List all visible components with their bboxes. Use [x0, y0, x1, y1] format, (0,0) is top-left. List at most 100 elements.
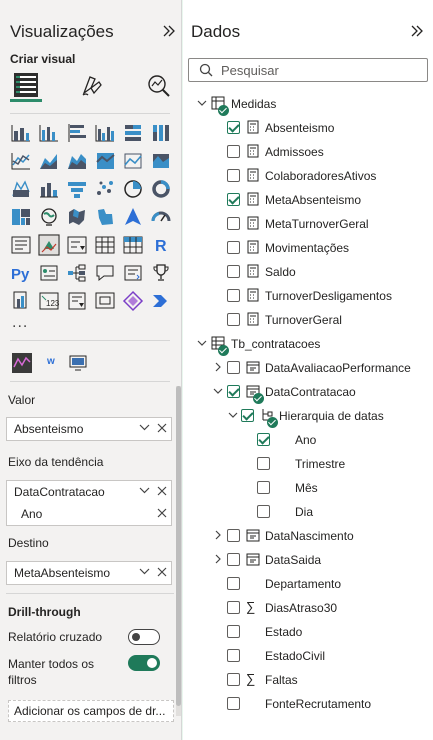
keep-filters-toggle[interactable] [128, 655, 160, 671]
key-influencers-icon[interactable] [38, 262, 60, 284]
waterfall-chart-icon[interactable] [10, 178, 32, 200]
treemap-icon[interactable] [10, 206, 32, 228]
field-checkbox[interactable] [227, 145, 240, 158]
search-input[interactable]: Pesquisar [188, 58, 428, 82]
field-row[interactable]: TurnoverDesligamentos [183, 284, 433, 308]
multi-row-card-icon[interactable] [10, 234, 32, 256]
field-checkbox[interactable] [227, 697, 240, 710]
stacked-area-chart-icon[interactable] [66, 150, 88, 172]
trend-axis-subfield[interactable]: Ano [7, 503, 171, 525]
donut-chart-icon[interactable] [150, 178, 172, 200]
field-row[interactable]: Admissoes [183, 140, 433, 164]
smart-narrative-icon[interactable] [122, 262, 144, 284]
hierarchy-row[interactable]: Hierarquia de datas [183, 404, 433, 428]
field-row[interactable]: Absenteismo [183, 116, 433, 140]
word-visual-icon[interactable]: w [47, 356, 55, 367]
analytics-tab[interactable] [143, 70, 175, 102]
stacked-bar-chart-icon[interactable] [10, 122, 32, 144]
funnel-chart-icon[interactable] [66, 178, 88, 200]
field-row[interactable]: ∑ Faltas [183, 668, 433, 692]
field-checkbox[interactable] [257, 505, 270, 518]
pie-chart-icon[interactable] [122, 178, 144, 200]
ribbon-chart-icon[interactable] [150, 150, 172, 172]
qa-visual-icon[interactable] [94, 262, 116, 284]
chevron-down-icon[interactable] [139, 422, 150, 433]
field-row[interactable]: MetaAbsenteismo [183, 188, 433, 212]
scatter-chart-icon[interactable] [94, 178, 116, 200]
field-checkbox[interactable] [257, 433, 270, 446]
field-checkbox[interactable] [227, 193, 240, 206]
field-row[interactable]: DataContratacao [183, 380, 433, 404]
power-automate-icon[interactable] [150, 290, 172, 312]
more-visuals-icon[interactable]: ... [12, 314, 28, 332]
power-apps-diamond-icon[interactable] [122, 290, 144, 312]
gauge-icon[interactable] [150, 206, 172, 228]
chevron-right-icon[interactable] [213, 554, 223, 564]
field-row[interactable]: EstadoCivil [183, 644, 433, 668]
field-row[interactable]: DataNascimento [183, 524, 433, 548]
remove-field-icon[interactable] [157, 567, 167, 577]
target-field[interactable]: MetaAbsenteismo [7, 562, 171, 584]
table-icon[interactable] [94, 234, 116, 256]
field-checkbox[interactable] [227, 169, 240, 182]
remove-field-icon[interactable] [157, 423, 167, 433]
100-stacked-column-icon[interactable] [150, 122, 172, 144]
chevron-down-icon[interactable] [197, 98, 207, 108]
kpi-icon[interactable] [38, 234, 60, 256]
chevron-down-icon[interactable] [228, 410, 238, 420]
field-checkbox[interactable] [227, 625, 240, 638]
field-row[interactable]: FonteRecrutamento [183, 692, 433, 716]
trend-axis-well[interactable]: DataContratacao Ano [6, 480, 172, 526]
table-medidas[interactable]: Medidas [183, 92, 433, 116]
field-checkbox[interactable] [227, 385, 240, 398]
valor-well[interactable]: Absenteismo [6, 417, 172, 441]
field-checkbox[interactable] [227, 361, 240, 374]
chevron-right-icon[interactable] [213, 362, 223, 372]
power-apps-icon[interactable] [94, 290, 116, 312]
field-row[interactable]: ColaboradoresAtivos [183, 164, 433, 188]
field-checkbox[interactable] [227, 577, 240, 590]
valor-field[interactable]: Absenteismo [7, 418, 171, 440]
matrix-icon[interactable] [122, 234, 144, 256]
slicer-icon[interactable] [66, 234, 88, 256]
chevron-down-icon[interactable] [139, 566, 150, 577]
field-checkbox[interactable] [227, 289, 240, 302]
decomposition-tree-icon[interactable] [66, 262, 88, 284]
column-line-icon[interactable] [38, 178, 60, 200]
line-chart-icon[interactable] [10, 150, 32, 172]
trophy-icon[interactable] [150, 262, 172, 284]
filled-map-icon[interactable] [66, 206, 88, 228]
remove-field-icon[interactable] [157, 486, 167, 496]
field-row[interactable]: ∑ DiasAtraso30 [183, 596, 433, 620]
line-clustered-column-icon[interactable] [122, 150, 144, 172]
field-checkbox[interactable] [227, 553, 240, 566]
azure-map-icon[interactable] [122, 206, 144, 228]
field-checkbox[interactable] [227, 313, 240, 326]
dataflow-icon[interactable] [66, 290, 88, 312]
shape-map-icon[interactable] [94, 206, 116, 228]
metrics-card-icon[interactable]: 123 [38, 290, 60, 312]
field-checkbox[interactable] [227, 673, 240, 686]
remove-field-icon[interactable] [157, 508, 167, 518]
field-checkbox[interactable] [227, 241, 240, 254]
field-row[interactable]: Saldo [183, 260, 433, 284]
field-row[interactable]: TurnoverGeral [183, 308, 433, 332]
format-visual-tab[interactable] [76, 70, 108, 102]
target-well[interactable]: MetaAbsenteismo [6, 561, 172, 585]
chevron-right-icon[interactable] [213, 530, 223, 540]
cross-report-toggle[interactable] [128, 629, 160, 645]
field-checkbox[interactable] [227, 121, 240, 134]
hierarchy-level-row[interactable]: Ano [183, 428, 433, 452]
chevron-down-icon[interactable] [213, 386, 223, 396]
field-checkbox[interactable] [257, 481, 270, 494]
field-checkbox[interactable] [227, 265, 240, 278]
field-row[interactable]: MetaTurnoverGeral [183, 212, 433, 236]
area-chart-icon[interactable] [38, 150, 60, 172]
line-stacked-column-icon[interactable] [94, 150, 116, 172]
wells-scrollbar-thumb[interactable] [176, 386, 181, 706]
trend-axis-field[interactable]: DataContratacao [7, 481, 171, 503]
field-checkbox[interactable] [227, 649, 240, 662]
collapse-visualizations-icon[interactable] [161, 23, 177, 39]
monitor-visual-icon[interactable] [68, 353, 88, 373]
100-stacked-bar-icon[interactable] [122, 122, 144, 144]
